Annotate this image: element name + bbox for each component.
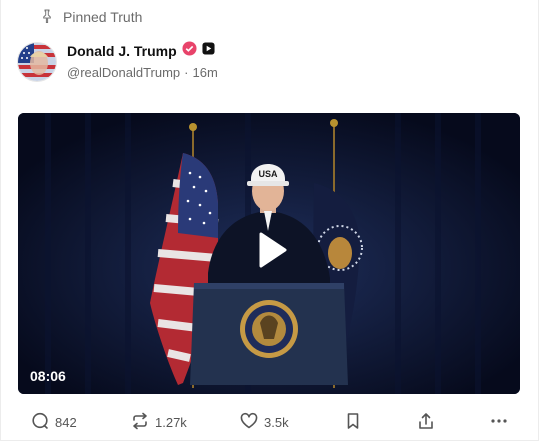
heart-icon <box>240 412 258 433</box>
author-handle[interactable]: @realDonaldTrump <box>67 65 180 80</box>
like-count: 3.5k <box>264 414 289 430</box>
retruth-count: 1.27k <box>155 414 187 430</box>
author-block: Donald J. Trump @realDonaldTrump · 16m <box>67 41 218 80</box>
retruth-button[interactable]: 1.27k <box>131 410 187 434</box>
verified-badge-icon <box>182 41 197 61</box>
avatar[interactable] <box>17 42 57 82</box>
bookmark-button[interactable] <box>344 410 362 434</box>
pin-icon <box>41 9 53 26</box>
meta-separator: · <box>184 65 189 80</box>
more-icon <box>490 412 508 433</box>
video-duration: 08:06 <box>30 368 66 384</box>
reply-icon <box>31 412 49 433</box>
video-player[interactable]: USA 08:06 <box>18 113 520 394</box>
bookmark-icon <box>344 412 362 433</box>
pinned-indicator: Pinned Truth <box>41 7 142 27</box>
action-bar: 842 1.27k 3.5k <box>1 410 539 436</box>
share-icon <box>417 412 435 433</box>
play-icon[interactable] <box>255 230 289 270</box>
author-name[interactable]: Donald J. Trump <box>67 43 177 59</box>
more-options-button[interactable] <box>490 410 508 434</box>
reply-button[interactable]: 842 <box>31 410 77 434</box>
truth-channel-icon <box>202 42 215 60</box>
cap-text: USA <box>258 169 278 179</box>
post-time[interactable]: 16m <box>193 65 218 80</box>
like-button[interactable]: 3.5k <box>240 410 289 434</box>
retruth-icon <box>131 412 149 433</box>
pinned-label: Pinned Truth <box>63 9 143 25</box>
share-button[interactable] <box>417 410 435 434</box>
reply-count: 842 <box>55 414 77 430</box>
post-card: Pinned Truth Donald J. Trump @realDonald… <box>0 0 539 441</box>
